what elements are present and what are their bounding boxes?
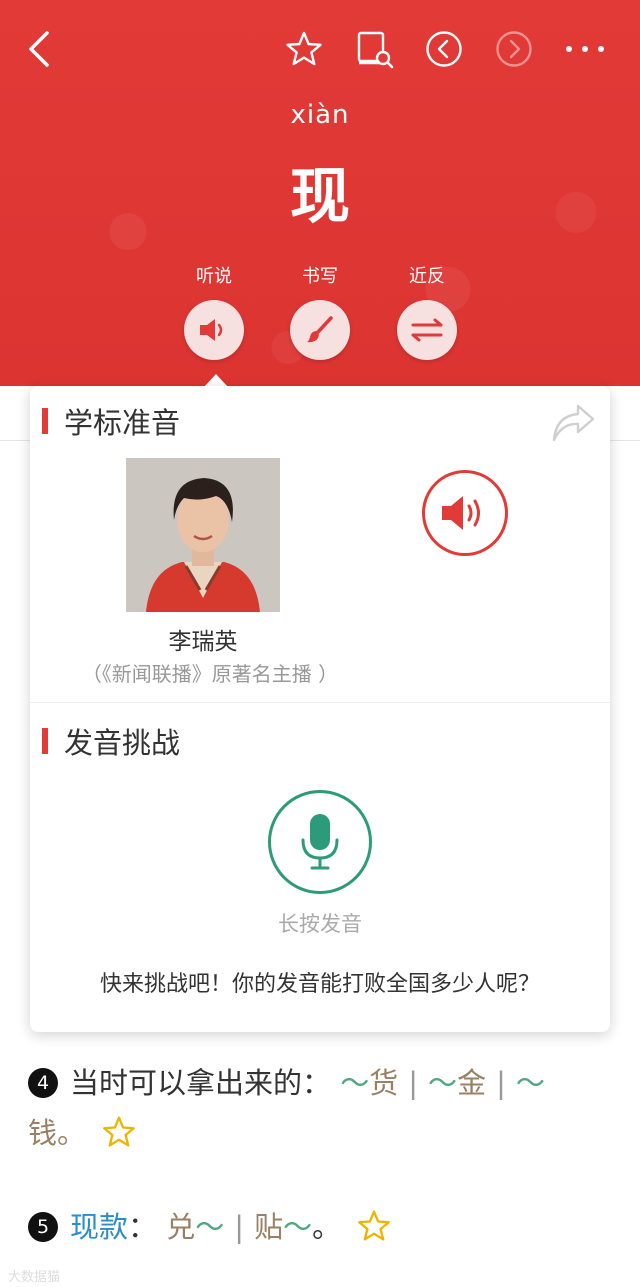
section-divider <box>30 702 610 703</box>
star-icon[interactable] <box>284 24 324 74</box>
section-title-text: 学标准音 <box>64 406 181 440</box>
pronunciation-popover: 学标准音 李瑞英 （《新闻联播》原著名主播 ） 发音挑战 长按发音 快来挑战吧！… <box>30 386 610 1032</box>
section-accent-bar <box>42 408 48 434</box>
anchor-description: （《新闻联播》原著名主播 ） <box>81 662 339 686</box>
tab-synonym-antonym[interactable]: 近反 <box>392 262 462 360</box>
example-char: 贴 <box>254 1210 284 1244</box>
brush-icon <box>290 300 350 360</box>
previous-char-icon[interactable] <box>424 24 464 74</box>
separator: | <box>496 1066 506 1100</box>
share-icon[interactable] <box>550 402 596 448</box>
definition-number: 5 <box>28 1212 58 1242</box>
back-icon[interactable] <box>22 24 56 74</box>
example-char: 金 <box>457 1066 487 1100</box>
section-title-text: 发音挑战 <box>64 726 181 760</box>
definition-colon: ： <box>128 1210 158 1244</box>
microphone-icon <box>301 814 339 870</box>
tab-writing[interactable]: 书写 <box>285 262 355 360</box>
header: xiàn 现 听说 书写 近反 <box>0 0 640 387</box>
top-bar <box>0 24 640 74</box>
separator: | <box>234 1210 245 1244</box>
pinyin: xiàn <box>290 100 350 130</box>
related-word-link[interactable]: 现款 <box>70 1210 128 1244</box>
example-char: 钱。 <box>28 1116 87 1150</box>
anchor-name: 李瑞英 <box>168 629 238 655</box>
definition-item: 5 现款： 兑～ | 贴～。 <box>28 1202 612 1258</box>
tab-listen-speak[interactable]: 听说 <box>179 262 249 360</box>
example-char: 兑 <box>166 1210 196 1244</box>
swap-arrows-icon <box>397 300 457 360</box>
mic-hint: 长按发音 <box>278 912 362 936</box>
tab-label: 书写 <box>302 266 338 287</box>
next-char-icon[interactable] <box>494 24 534 74</box>
dictionary-search-icon[interactable] <box>352 24 396 74</box>
definition-number: 4 <box>28 1068 58 1098</box>
example-tilde: ～ <box>195 1210 225 1244</box>
challenge-text: 快来挑战吧！你的发音能打败全国多少人呢？ <box>99 972 540 997</box>
definition-text: 当时可以拿出来的： <box>70 1066 332 1100</box>
headword-character: 现 <box>290 162 350 232</box>
example-tilde: ～ <box>428 1066 458 1100</box>
tab-label: 近反 <box>409 266 445 287</box>
tab-label: 听说 <box>196 266 232 287</box>
section-accent-bar <box>42 728 48 754</box>
anchor-photo <box>126 458 280 612</box>
example-tilde: ～ <box>340 1066 370 1100</box>
speaker-icon <box>184 300 244 360</box>
favorite-star-icon[interactable] <box>102 1114 136 1164</box>
section-title: 学标准音 <box>42 400 180 442</box>
play-standard-audio-button[interactable] <box>422 470 508 556</box>
example-tilde: ～ <box>283 1210 313 1244</box>
example-char: 货 <box>369 1066 399 1100</box>
more-icon[interactable] <box>562 24 608 74</box>
watermark: 大数据猫 <box>8 1270 61 1285</box>
sentence-end: 。 <box>312 1210 342 1244</box>
definition-item: 4 当时可以拿出来的： ～货 | ～金 | ～钱。 <box>28 1058 612 1164</box>
example-tilde: ～ <box>515 1066 545 1100</box>
favorite-star-icon[interactable] <box>357 1208 391 1258</box>
record-pronunciation-button[interactable] <box>268 790 372 894</box>
speaker-icon <box>442 496 480 530</box>
separator: | <box>408 1066 419 1100</box>
section-title: 发音挑战 <box>42 720 180 762</box>
